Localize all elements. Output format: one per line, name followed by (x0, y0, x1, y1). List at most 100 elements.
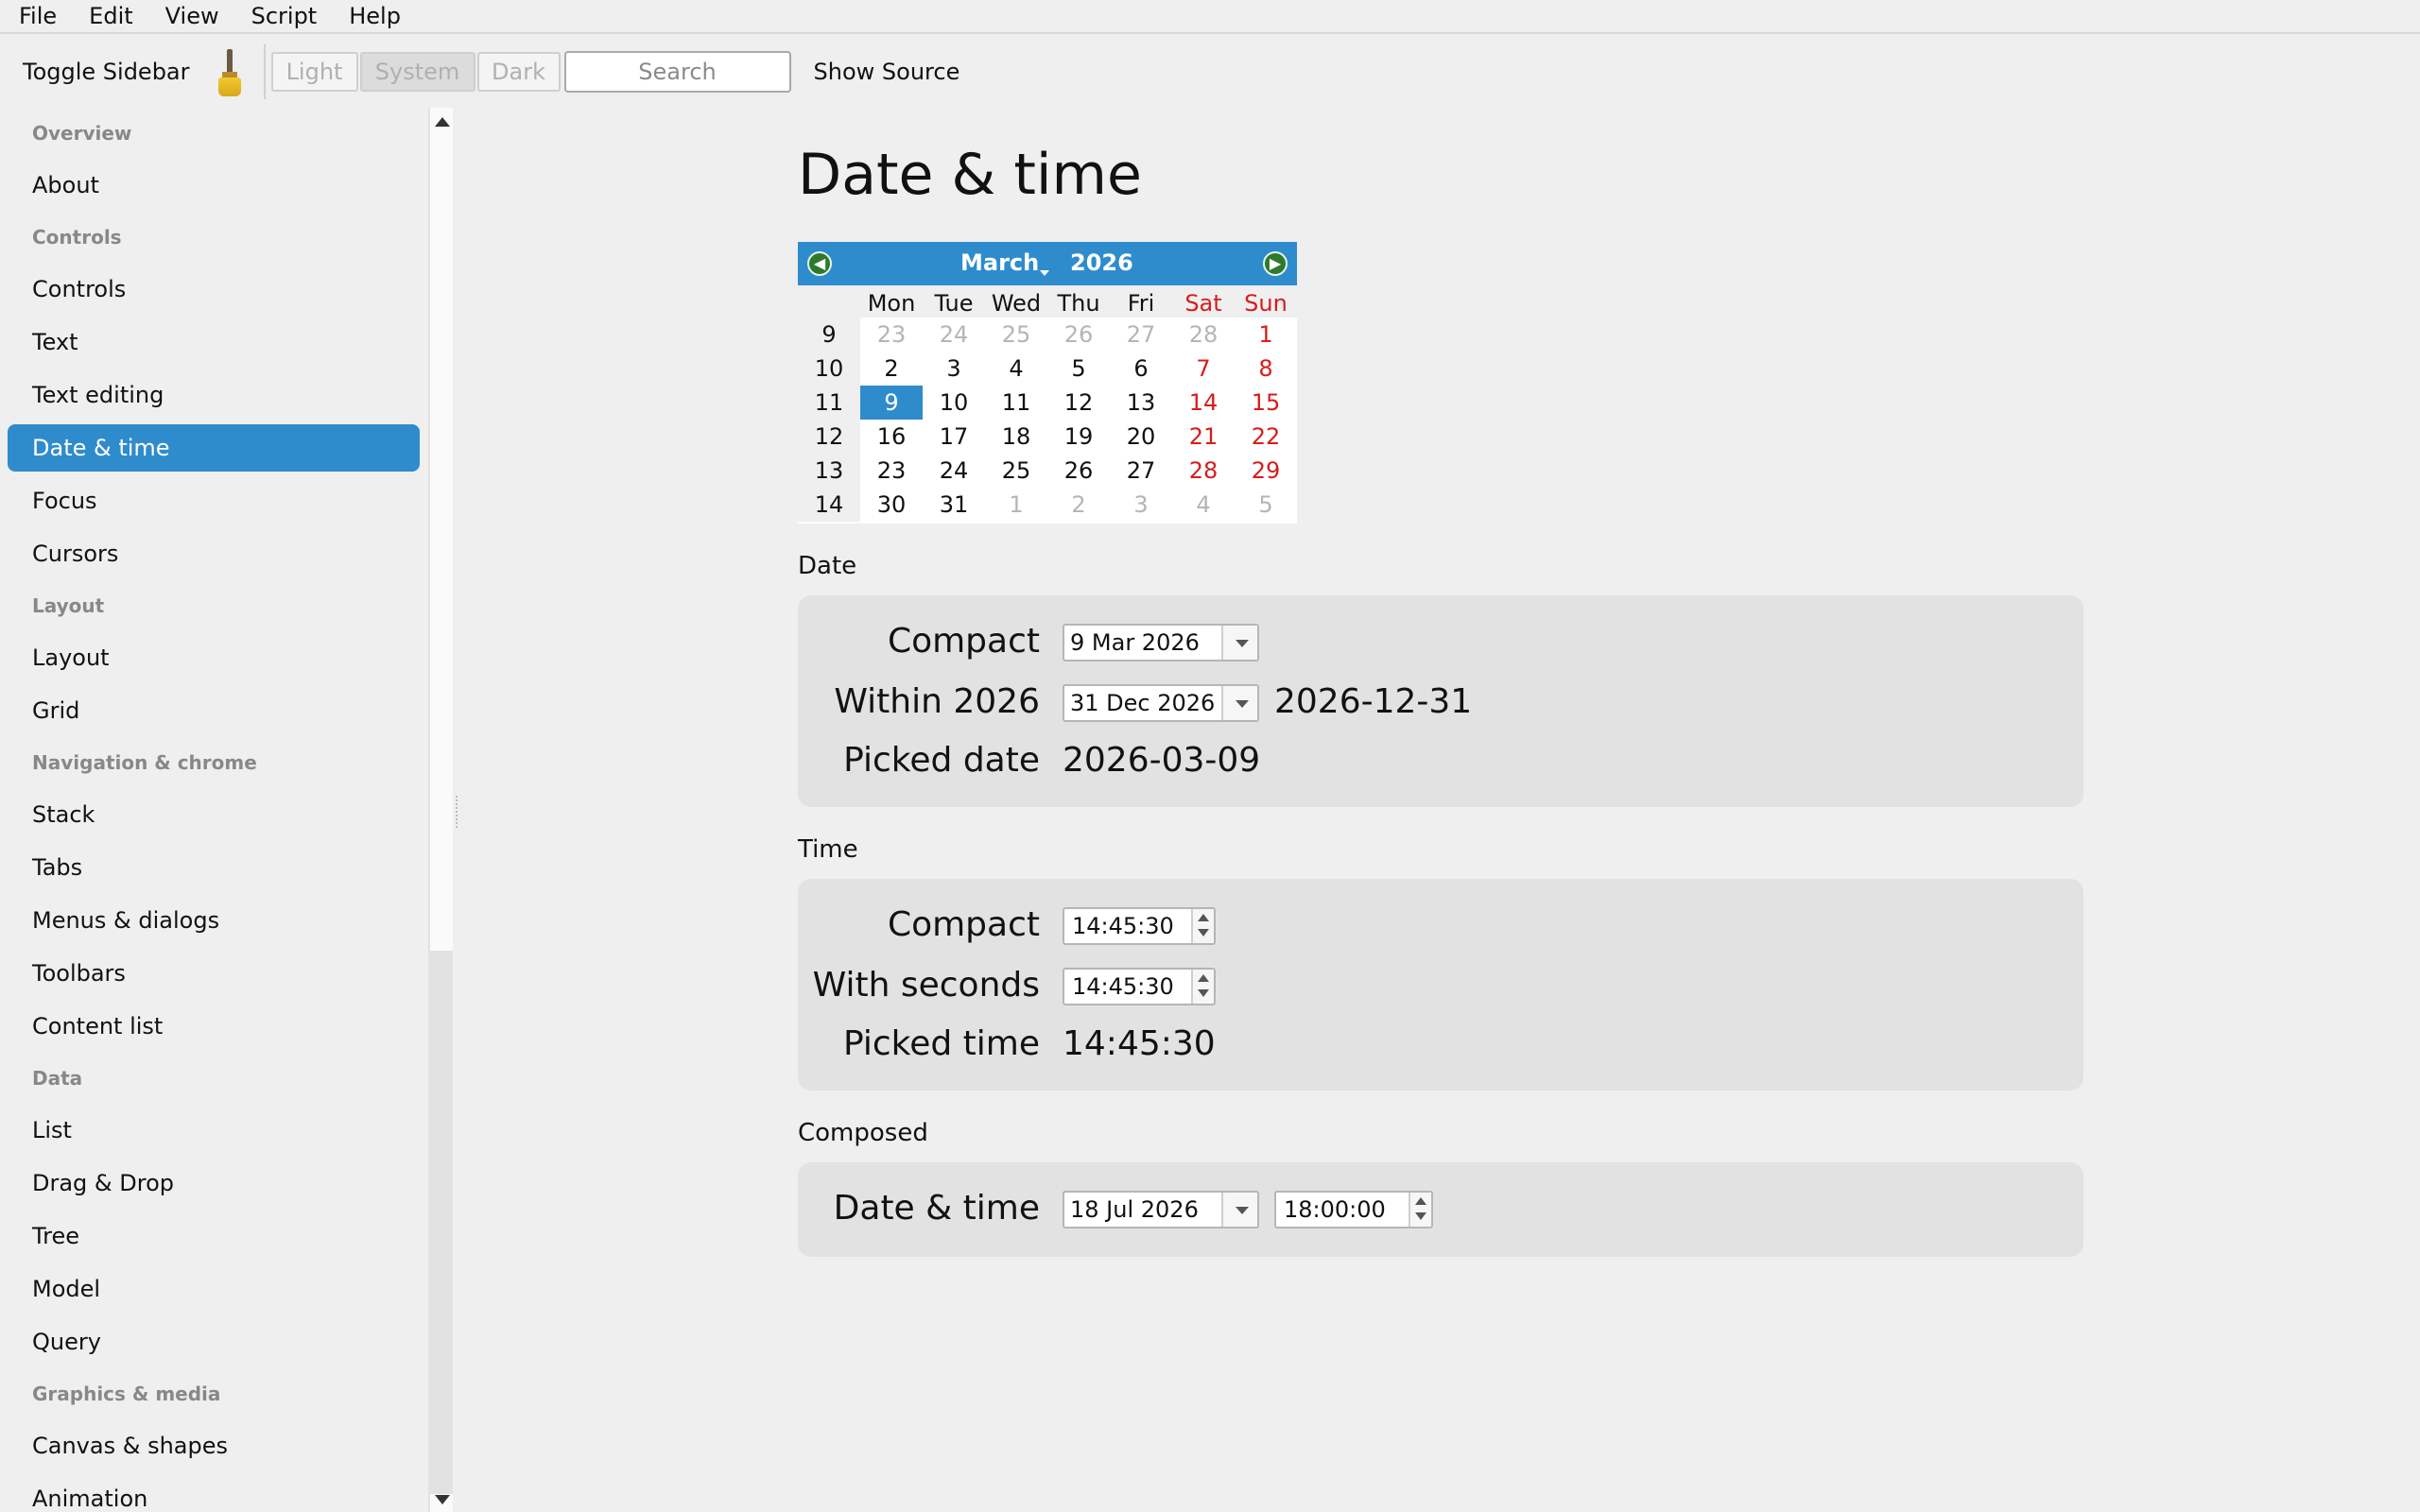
calendar-day[interactable]: 4 (985, 352, 1047, 386)
calendar-day[interactable]: 23 (860, 454, 923, 488)
time-compact-spinbox[interactable]: 14:45:30 (1063, 907, 1216, 945)
calendar-month[interactable]: March (960, 249, 1039, 276)
sidebar-item-list[interactable]: List (0, 1104, 429, 1157)
spin-arrows-icon[interactable] (1409, 1193, 1431, 1227)
calendar-day[interactable]: 10 (923, 386, 985, 420)
calendar-day[interactable]: 5 (1047, 352, 1110, 386)
calendar[interactable]: ◀ March 2026 ▶ Mon Tue Wed Thu Fri Sat Sun 9 23 2… (798, 242, 1297, 524)
calendar-day[interactable]: 22 (1235, 420, 1297, 454)
calendar-day[interactable]: 28 (1172, 454, 1235, 488)
sidebar-item-toolbars[interactable]: Toolbars (0, 947, 429, 1000)
spin-arrows-icon[interactable] (1191, 970, 1214, 1004)
calendar-day[interactable]: 30 (860, 488, 923, 522)
theme-system-button[interactable]: System (359, 52, 475, 92)
calendar-day[interactable]: 2 (860, 352, 923, 386)
menu-file[interactable]: File (0, 0, 70, 32)
sidebar-item-drag-and-drop[interactable]: Drag & Drop (0, 1157, 429, 1210)
sidebar-scrollbar[interactable] (428, 108, 453, 1512)
sidebar-item-tree[interactable]: Tree (0, 1210, 429, 1263)
calendar-day[interactable]: 4 (1172, 488, 1235, 522)
paintbrush-icon[interactable] (209, 45, 251, 98)
calendar-day[interactable]: 26 (1047, 454, 1110, 488)
time-seconds-spinbox[interactable]: 14:45:30 (1063, 968, 1216, 1005)
calendar-day[interactable]: 20 (1110, 420, 1172, 454)
chevron-down-icon[interactable] (1221, 626, 1257, 660)
calendar-day[interactable]: 24 (923, 454, 985, 488)
sidebar-item-stack[interactable]: Stack (0, 788, 429, 841)
sidebar-item-controls[interactable]: Controls (0, 263, 429, 316)
sidebar-item-date-and-time[interactable]: Date & time (8, 424, 420, 472)
menu-help[interactable]: Help (330, 0, 414, 32)
scroll-down-icon[interactable] (435, 1495, 450, 1504)
calendar-day[interactable]: 12 (1047, 386, 1110, 420)
calendar-day[interactable]: 21 (1172, 420, 1235, 454)
sidebar-item-focus[interactable]: Focus (0, 474, 429, 527)
sidebar-item-layout[interactable]: Layout (0, 631, 429, 684)
sidebar-item-tabs[interactable]: Tabs (0, 841, 429, 894)
calendar-day[interactable]: 16 (860, 420, 923, 454)
sidebar-item-content-list[interactable]: Content list (0, 1000, 429, 1053)
calendar-day[interactable]: 17 (923, 420, 985, 454)
sidebar-item-canvas-and-shapes[interactable]: Canvas & shapes (0, 1419, 429, 1472)
calendar-day[interactable]: 31 (923, 488, 985, 522)
calendar-day[interactable]: 2 (1047, 488, 1110, 522)
sidebar-item-cursors[interactable]: Cursors (0, 527, 429, 580)
sidebar-item-animation[interactable]: Animation (0, 1472, 429, 1512)
calendar-day[interactable]: 3 (1110, 488, 1172, 522)
calendar-day[interactable]: 5 (1235, 488, 1297, 522)
prev-month-icon[interactable]: ◀ (807, 251, 832, 276)
calendar-day[interactable]: 23 (860, 318, 923, 352)
composed-date-picker[interactable]: 18 Jul 2026 (1063, 1191, 1259, 1228)
sidebar-item-menus-and-dialogs[interactable]: Menus & dialogs (0, 894, 429, 947)
calendar-day[interactable]: 3 (923, 352, 985, 386)
menu-edit[interactable]: Edit (70, 0, 146, 32)
menu-view[interactable]: View (147, 0, 233, 32)
calendar-day[interactable]: 24 (923, 318, 985, 352)
theme-light-button[interactable]: Light (270, 52, 358, 92)
chevron-down-icon[interactable] (1221, 1193, 1257, 1227)
date-within-picker[interactable]: 31 Dec 2026 (1063, 684, 1259, 722)
calendar-day[interactable]: 1 (1235, 318, 1297, 352)
calendar-day[interactable]: 26 (1047, 318, 1110, 352)
splitter-handle[interactable] (456, 796, 459, 828)
sidebar-item-text[interactable]: Text (0, 316, 429, 369)
search-input[interactable] (563, 51, 791, 93)
sidebar-item-text-editing[interactable]: Text editing (0, 369, 429, 421)
toggle-sidebar-button[interactable]: Toggle Sidebar (0, 59, 209, 85)
calendar-day[interactable]: 7 (1172, 352, 1235, 386)
time-section-label: Time (798, 835, 858, 864)
scroll-up-icon[interactable] (435, 117, 450, 127)
calendar-day[interactable]: 25 (985, 318, 1047, 352)
calendar-day[interactable]: 19 (1047, 420, 1110, 454)
date-compact-picker[interactable]: 9 Mar 2026 (1063, 624, 1259, 662)
calendar-day[interactable]: 29 (1235, 454, 1297, 488)
sidebar-item-query[interactable]: Query (0, 1315, 429, 1368)
calendar-day[interactable]: 13 (1110, 386, 1172, 420)
spin-arrows-icon[interactable] (1191, 909, 1214, 943)
month-dropdown-icon[interactable] (1040, 270, 1049, 276)
next-month-icon[interactable]: ▶ (1263, 251, 1288, 276)
menu-script[interactable]: Script (233, 0, 331, 32)
calendar-day[interactable]: 25 (985, 454, 1047, 488)
sidebar-item-model[interactable]: Model (0, 1263, 429, 1315)
theme-dark-button[interactable]: Dark (476, 52, 561, 92)
calendar-day[interactable]: 8 (1235, 352, 1297, 386)
composed-time-spinbox[interactable]: 18:00:00 (1274, 1191, 1433, 1228)
calendar-day[interactable]: 27 (1110, 454, 1172, 488)
sidebar-item-grid[interactable]: Grid (0, 684, 429, 737)
calendar-day-selected[interactable]: 9 (860, 386, 923, 420)
calendar-year[interactable]: 2026 (1070, 249, 1133, 276)
calendar-day[interactable]: 11 (985, 386, 1047, 420)
scrollbar-track[interactable] (430, 951, 453, 1494)
show-source-button[interactable]: Show Source (791, 59, 983, 85)
calendar-day[interactable]: 27 (1110, 318, 1172, 352)
calendar-day[interactable]: 28 (1172, 318, 1235, 352)
calendar-day[interactable]: 6 (1110, 352, 1172, 386)
chevron-down-icon[interactable] (1221, 686, 1257, 720)
calendar-day[interactable]: 15 (1235, 386, 1297, 420)
calendar-day[interactable]: 1 (985, 488, 1047, 522)
calendar-day[interactable]: 14 (1172, 386, 1235, 420)
time-compact-label: Compact (887, 905, 1040, 944)
calendar-day[interactable]: 18 (985, 420, 1047, 454)
sidebar-item-about[interactable]: About (0, 159, 429, 212)
